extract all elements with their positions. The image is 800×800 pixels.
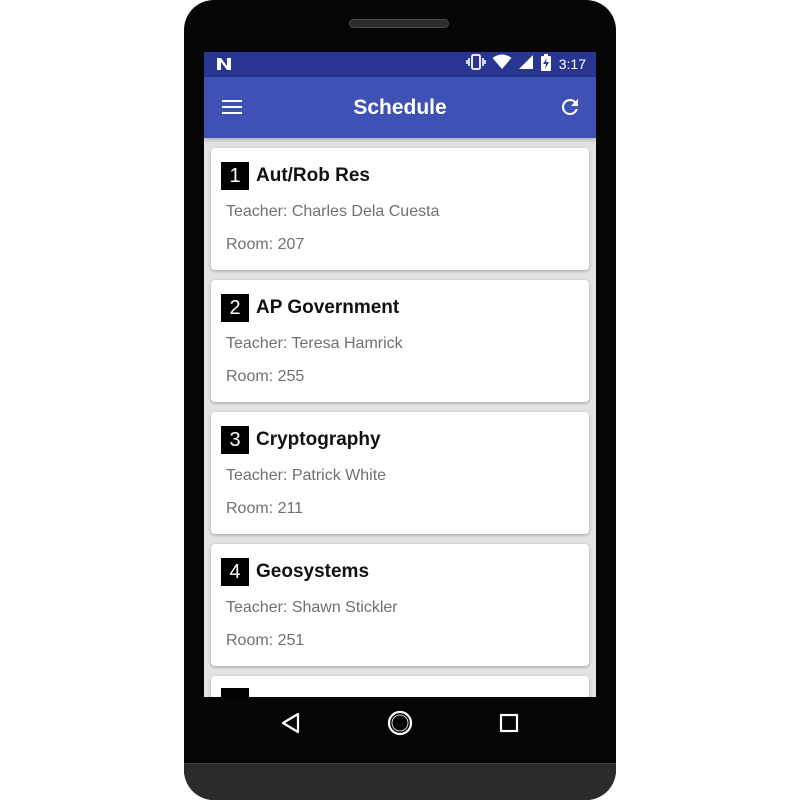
teacher-label: Teacher: Teresa Hamrick (226, 335, 403, 352)
period-badge: 3 (221, 426, 249, 454)
system-nav-bar (184, 697, 616, 749)
page-title: Schedule (353, 96, 447, 119)
back-icon[interactable] (275, 707, 307, 739)
course-name: Aut/Rob Res (256, 165, 370, 186)
app-screen: 3:17 Schedule 1 Aut/Rob Res Teacher: Cha… (204, 52, 596, 697)
battery-charging-icon (540, 53, 552, 76)
course-name: Cryptography (256, 429, 381, 450)
room-label: Room: 211 (226, 500, 304, 517)
room-label: Room: 251 (226, 632, 305, 649)
period-badge (221, 688, 249, 697)
status-time: 3:17 (558, 56, 586, 72)
refresh-icon[interactable] (558, 95, 582, 119)
schedule-card[interactable]: 2 AP Government Teacher: Teresa Hamrick … (211, 280, 589, 402)
status-bar: 3:17 (204, 52, 596, 77)
phone-chin (184, 763, 616, 800)
home-icon[interactable] (384, 707, 416, 739)
wifi-icon (492, 54, 512, 75)
signal-icon (518, 54, 534, 75)
course-name: AP Government (256, 297, 400, 318)
schedule-card[interactable]: 3 Cryptography Teacher: Patrick White Ro… (211, 412, 589, 534)
schedule-card-partial[interactable] (211, 676, 589, 697)
period-badge: 4 (221, 558, 249, 586)
n-notification-icon (216, 57, 231, 71)
phone-frame: 3:17 Schedule 1 Aut/Rob Res Teacher: Cha… (184, 0, 616, 800)
schedule-card[interactable]: 4 Geosystems Teacher: Shawn Stickler Roo… (211, 544, 589, 666)
teacher-label: Teacher: Patrick White (226, 467, 387, 484)
earpiece-speaker (349, 19, 449, 28)
teacher-label: Teacher: Charles Dela Cuesta (226, 203, 440, 220)
recents-icon[interactable] (493, 707, 525, 739)
app-bar: Schedule (204, 77, 596, 138)
teacher-label: Teacher: Shawn Stickler (226, 599, 398, 616)
period-badge: 2 (221, 294, 249, 322)
course-name: Geosystems (256, 561, 370, 582)
period-badge: 1 (221, 162, 249, 190)
schedule-card[interactable]: 1 Aut/Rob Res Teacher: Charles Dela Cues… (211, 148, 589, 270)
room-label: Room: 207 (226, 236, 305, 253)
vibrate-icon (466, 54, 486, 75)
room-label: Room: 255 (226, 368, 305, 385)
